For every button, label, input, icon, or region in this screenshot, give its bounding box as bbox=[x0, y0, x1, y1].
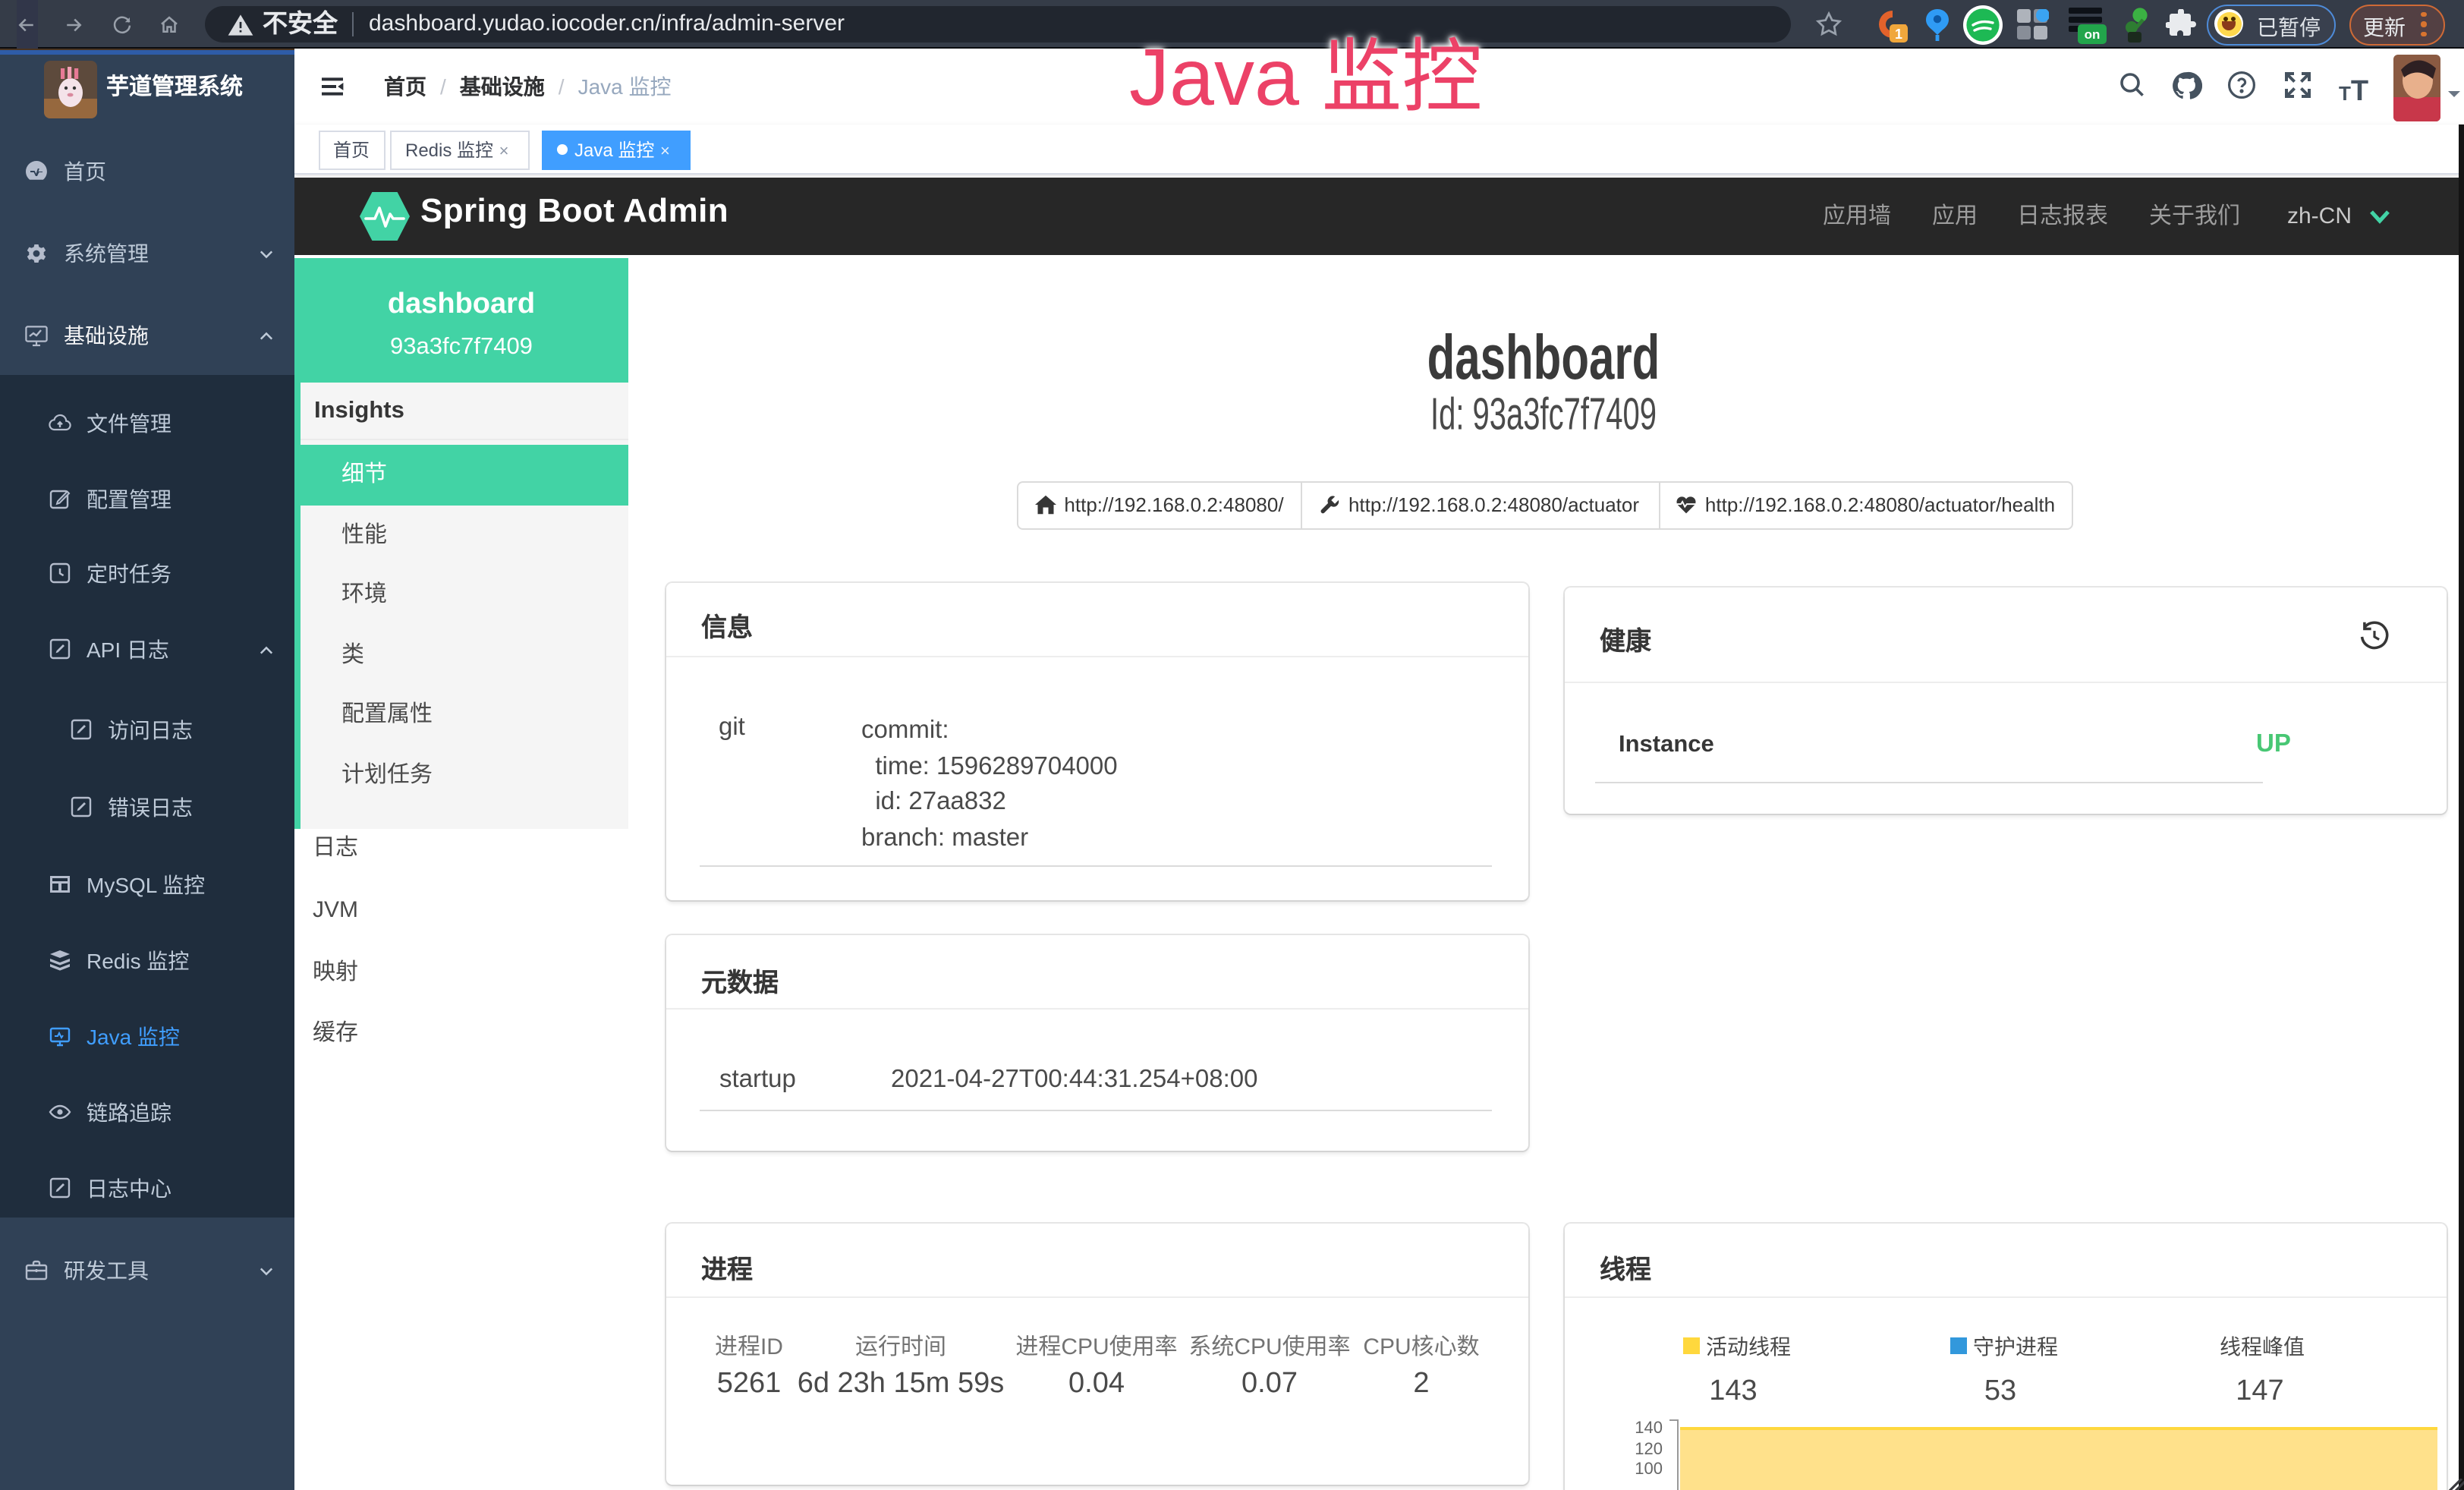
svg-text:1: 1 bbox=[1895, 27, 1902, 42]
svg-text:on: on bbox=[2085, 27, 2101, 42]
